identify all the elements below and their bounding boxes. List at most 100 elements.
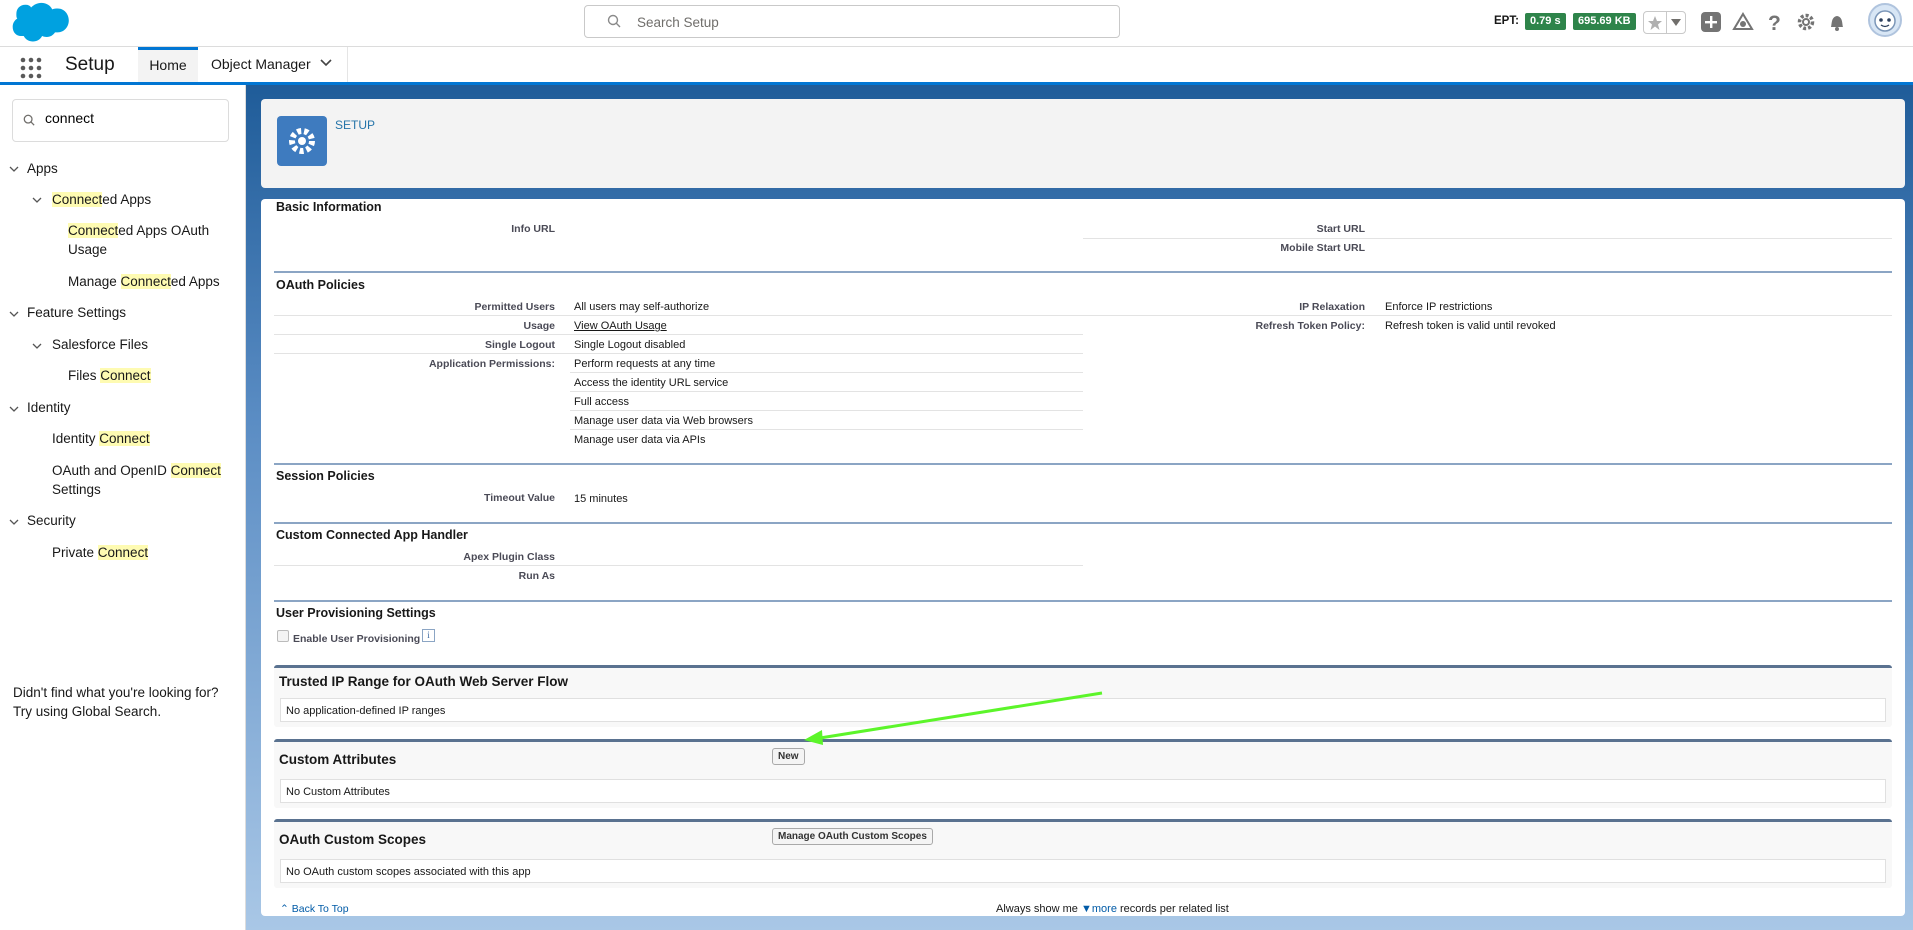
gear-icon[interactable] [1795, 11, 1817, 33]
divider [570, 391, 1083, 392]
ip-relaxation-value: Enforce IP restrictions [1385, 301, 1493, 313]
favorites-button[interactable] [1643, 11, 1686, 34]
ept-size-badge: 695.69 KB [1573, 13, 1636, 30]
enable-provisioning-checkbox[interactable] [277, 630, 289, 642]
tree-item-connected-apps[interactable]: Connected Apps [52, 190, 151, 209]
tree-item-security[interactable]: Security [27, 511, 76, 530]
setup-breadcrumb[interactable]: SETUP [335, 118, 375, 132]
star-icon [1648, 16, 1662, 30]
custom-attributes-body: No Custom Attributes [280, 779, 1886, 803]
search-placeholder: Search Setup [637, 15, 719, 30]
chevron-down-icon[interactable] [9, 309, 19, 319]
chevron-down-icon[interactable] [32, 195, 42, 205]
app-title: Setup [65, 54, 115, 75]
tree-item-text: ed Apps [102, 192, 152, 207]
setup-search-box[interactable]: Search Setup [584, 5, 1120, 38]
app-launcher-icon[interactable] [20, 57, 42, 79]
salesforce-logo[interactable] [12, 2, 72, 44]
app-permission-item: Manage user data via Web browsers [574, 415, 753, 427]
tree-item-apps[interactable]: Apps [27, 159, 58, 178]
tree-item-text: OAuth and OpenID [52, 463, 171, 478]
tree-item-text: ed Apps [170, 274, 220, 289]
tree-item-identity[interactable]: Identity [27, 398, 71, 417]
quick-find-input[interactable] [45, 110, 215, 126]
tab-object-manager[interactable]: Object Manager [198, 47, 348, 82]
oauth-policies-title: OAuth Policies [276, 278, 365, 292]
section-divider [274, 600, 1892, 602]
oauth-scopes-related-list: OAuth Custom Scopes No OAuth custom scop… [274, 819, 1892, 888]
caret-up-icon: ⌃ [280, 903, 289, 915]
start-url-label: Start URL [1316, 223, 1365, 235]
trailhead-icon[interactable] [1732, 11, 1754, 33]
trusted-ip-related-list: Trusted IP Range for OAuth Web Server Fl… [274, 665, 1892, 727]
tree-item-oauth-openid-connect-settings[interactable]: OAuth and OpenID Connect Settings [52, 461, 221, 499]
chevron-down-icon[interactable] [320, 59, 332, 67]
divider [570, 410, 1083, 411]
triangle-down-icon[interactable]: ▼ [1081, 903, 1092, 915]
back-to-top-link[interactable]: ⌃ Back To Top [280, 903, 349, 915]
search-icon [23, 114, 35, 126]
tree-item-text: Identity [52, 431, 100, 446]
divider [1083, 315, 1892, 316]
chevron-down-icon[interactable] [9, 404, 19, 414]
setup-page-header [261, 99, 1905, 188]
highlight-match: Connect [100, 368, 151, 383]
basic-info-title: Basic Information [276, 200, 382, 214]
oauth-scopes-body: No OAuth custom scopes associated with t… [280, 859, 1886, 883]
ip-relaxation-label: IP Relaxation [1299, 301, 1365, 313]
tree-item-private-connect[interactable]: Private Connect [52, 543, 149, 562]
tree-item-files-connect[interactable]: Files Connect [68, 366, 151, 385]
tree-item-manage-connected-apps[interactable]: Manage Connected Apps [68, 272, 220, 291]
permitted-users-value: All users may self-authorize [574, 301, 710, 313]
provisioning-title: User Provisioning Settings [276, 606, 436, 620]
divider [274, 334, 1083, 335]
gear-icon [289, 128, 315, 154]
user-avatar[interactable] [1868, 3, 1902, 37]
setup-sidebar: Apps Connected Apps Connected Apps OAuth… [0, 85, 246, 930]
chevron-down-icon[interactable] [9, 517, 19, 527]
enable-provisioning-label: Enable User Provisioning [293, 633, 421, 645]
more-link[interactable]: more [1092, 903, 1117, 915]
trusted-ip-body: No application-defined IP ranges [280, 698, 1886, 722]
timeout-label: Timeout Value [484, 492, 555, 504]
session-policies-title: Session Policies [276, 469, 375, 483]
tree-item-text: Settings [52, 482, 101, 497]
single-logout-value: Single Logout disabled [574, 339, 686, 351]
tab-home[interactable]: Home [138, 47, 198, 82]
related-list-paging: Always show me ▼more records per related… [996, 903, 1229, 915]
info-url-label: Info URL [511, 223, 555, 235]
chevron-down-icon[interactable] [32, 341, 42, 351]
refresh-token-label: Refresh Token Policy: [1255, 320, 1365, 332]
manage-oauth-scopes-button[interactable]: Manage OAuth Custom Scopes [772, 828, 933, 845]
run-as-label: Run As [518, 570, 555, 582]
help-icon[interactable]: ? [1763, 11, 1785, 33]
chevron-down-icon[interactable] [9, 164, 19, 174]
tab-object-manager-label: Object Manager [211, 56, 311, 72]
oauth-scopes-title: OAuth Custom Scopes [279, 832, 427, 847]
highlight-match: Connect [120, 274, 171, 289]
mobile-start-url-label: Mobile Start URL [1280, 242, 1365, 254]
search-icon [607, 14, 621, 28]
view-oauth-usage-link[interactable]: View OAuth Usage [574, 320, 667, 332]
tree-item-connected-apps-oauth-usage[interactable]: Connected Apps OAuth Usage [68, 221, 209, 259]
quick-find-box[interactable] [12, 99, 229, 142]
timeout-value: 15 minutes [574, 493, 628, 505]
divider [274, 353, 1083, 354]
info-icon[interactable]: i [422, 629, 435, 642]
divider [1083, 238, 1892, 239]
add-icon[interactable] [1700, 11, 1722, 33]
new-custom-attribute-button[interactable]: New [772, 748, 805, 765]
tree-item-identity-connect[interactable]: Identity Connect [52, 429, 150, 448]
custom-attributes-related-list: Custom Attributes No Custom Attributes [274, 739, 1892, 808]
tree-item-text: Usage [68, 242, 108, 257]
notification-bell-icon[interactable] [1826, 11, 1848, 33]
section-divider [274, 522, 1892, 524]
back-to-top-text: Back To Top [291, 903, 349, 915]
tree-item-feature-settings[interactable]: Feature Settings [27, 303, 126, 322]
not-found-line: Try using Global Search. [13, 704, 162, 719]
refresh-token-value: Refresh token is valid until revoked [1385, 320, 1556, 332]
app-permission-item: Access the identity URL service [574, 377, 729, 389]
tree-item-salesforce-files[interactable]: Salesforce Files [52, 335, 148, 354]
highlight-match: Connect [52, 192, 103, 207]
app-permission-item: Perform requests at any time [574, 358, 716, 370]
